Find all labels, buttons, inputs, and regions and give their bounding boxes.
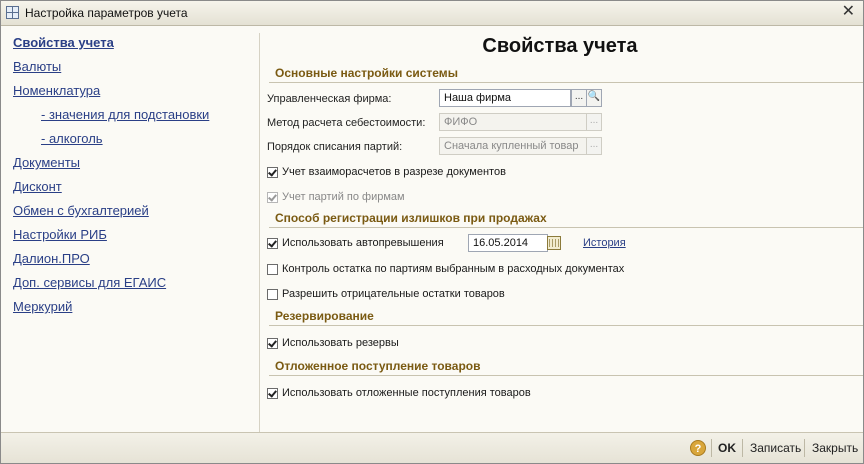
firm-field[interactable]: Наша фирма xyxy=(439,89,571,107)
use-reserves-label: Использовать резервы xyxy=(282,337,399,349)
close-button[interactable]: Закрыть xyxy=(812,441,858,455)
nav-item-nomenclature[interactable]: Номенклатура xyxy=(13,83,100,98)
cost-method-field[interactable]: ФИФО xyxy=(439,113,587,131)
settings-window: Настройка параметров учета ✕ Свойства уч… xyxy=(0,0,864,464)
help-icon[interactable]: ? xyxy=(690,440,706,456)
window-title: Настройка параметров учета xyxy=(25,6,188,20)
checkbox-box[interactable] xyxy=(267,263,278,275)
batches-by-firm-label: Учет партий по фирмам xyxy=(282,191,405,203)
nav-item-accounting-properties[interactable]: Свойства учета xyxy=(13,35,114,50)
nav-item-substitution-values[interactable]: - значения для подстановки xyxy=(41,107,209,122)
close-window-icon[interactable]: ✕ xyxy=(842,3,855,21)
section-reservation: Резервирование xyxy=(275,309,374,323)
sidebar-nav: Свойства учета Валюты Номенклатура - зна… xyxy=(1,27,257,433)
batch-control-checkbox[interactable]: Контроль остатка по партиям выбранным в … xyxy=(267,263,624,275)
section-divider xyxy=(269,375,863,376)
settlements-checkbox[interactable]: Учет взаиморасчетов в разрезе документов xyxy=(267,166,506,178)
checkbox-box[interactable] xyxy=(267,191,278,203)
section-divider xyxy=(269,227,863,228)
section-surplus-registration: Способ регистрации излишков при продажах xyxy=(275,211,547,225)
checkbox-box[interactable] xyxy=(267,387,278,399)
main-panel: Свойства учета Основные настройки систем… xyxy=(263,27,863,433)
auto-surplus-checkbox[interactable]: Использовать автопревышения xyxy=(267,237,444,249)
batch-control-label: Контроль остатка по партиям выбранным в … xyxy=(282,263,625,275)
use-deferred-label: Использовать отложенные поступления това… xyxy=(282,387,531,399)
write-off-select-button[interactable]: ... xyxy=(586,137,602,155)
nav-item-accounting-exchange[interactable]: Обмен с бухгалтерией xyxy=(13,203,149,218)
title-bar: Настройка параметров учета ✕ xyxy=(1,1,863,26)
bottom-toolbar: ? OK Записать Закрыть xyxy=(1,432,863,463)
section-divider xyxy=(269,82,863,83)
write-off-label: Порядок списания партий: xyxy=(267,141,403,153)
auto-surplus-label: Использовать автопревышения xyxy=(282,237,444,249)
nav-item-alcohol[interactable]: - алкоголь xyxy=(41,131,103,146)
use-reserves-checkbox[interactable]: Использовать резервы xyxy=(267,337,399,349)
history-link[interactable]: История xyxy=(583,237,626,249)
toolbar-separator xyxy=(742,439,743,457)
panel-divider xyxy=(259,33,260,433)
section-divider xyxy=(269,325,863,326)
app-grid-icon xyxy=(6,6,19,19)
nav-item-documents[interactable]: Документы xyxy=(13,155,80,170)
write-off-field[interactable]: Сначала купленный товар xyxy=(439,137,587,155)
checkbox-box[interactable] xyxy=(267,166,278,178)
settlements-checkbox-label: Учет взаиморасчетов в разрезе документов xyxy=(282,166,506,178)
toolbar-separator xyxy=(804,439,805,457)
nav-item-currencies[interactable]: Валюты xyxy=(13,59,61,74)
calendar-icon[interactable] xyxy=(547,236,561,250)
section-basic-settings: Основные настройки системы xyxy=(275,66,458,80)
firm-label: Управленческая фирма: xyxy=(267,93,392,105)
nav-item-egais-services[interactable]: Доп. сервисы для ЕГАИС xyxy=(13,275,166,290)
nav-item-rib-settings[interactable]: Настройки РИБ xyxy=(13,227,107,242)
negative-stock-checkbox[interactable]: Разрешить отрицательные остатки товаров xyxy=(267,288,505,300)
save-button[interactable]: Записать xyxy=(750,441,801,455)
negative-stock-label: Разрешить отрицательные остатки товаров xyxy=(282,288,505,300)
nav-item-mercury[interactable]: Меркурий xyxy=(13,299,72,314)
nav-item-discount[interactable]: Дисконт xyxy=(13,179,62,194)
ok-button[interactable]: OK xyxy=(718,441,736,455)
magnifier-icon[interactable]: 🔍 xyxy=(586,89,602,107)
auto-surplus-date-field[interactable]: 16.05.2014 xyxy=(468,234,548,252)
section-deferred-receipt: Отложенное поступление товаров xyxy=(275,359,481,373)
batches-by-firm-checkbox[interactable]: Учет партий по фирмам xyxy=(267,191,405,203)
page-title: Свойства учета xyxy=(482,35,638,57)
firm-select-button[interactable]: ... xyxy=(571,89,587,107)
toolbar-separator xyxy=(711,439,712,457)
cost-method-label: Метод расчета себестоимости: xyxy=(267,117,426,129)
checkbox-box[interactable] xyxy=(267,337,278,349)
checkbox-box[interactable] xyxy=(267,237,278,249)
use-deferred-checkbox[interactable]: Использовать отложенные поступления това… xyxy=(267,387,531,399)
cost-method-select-button[interactable]: ... xyxy=(586,113,602,131)
nav-item-dalion-pro[interactable]: Далион.ПРО xyxy=(13,251,90,266)
checkbox-box[interactable] xyxy=(267,288,278,300)
